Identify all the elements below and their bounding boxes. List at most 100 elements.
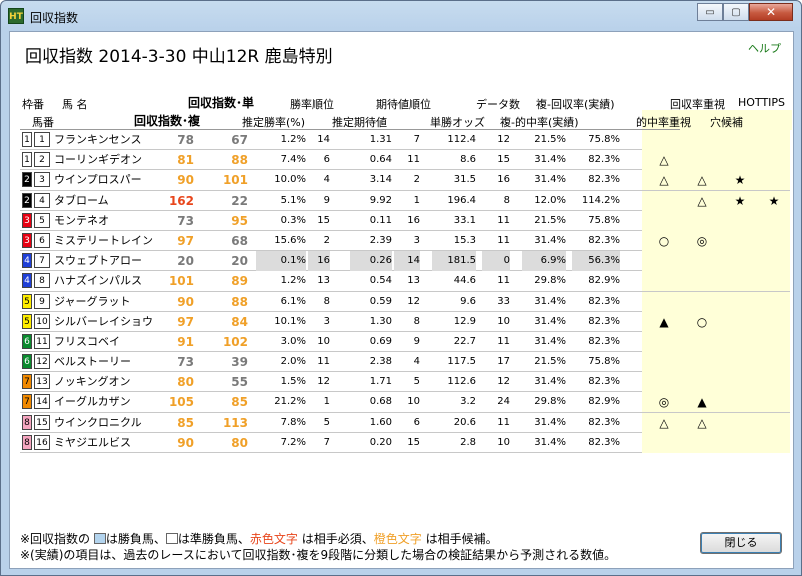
horse-name: ミヤジエルビス bbox=[54, 435, 131, 449]
ana-mark bbox=[732, 211, 748, 231]
fuku-kaishu-value: 82.3% bbox=[588, 154, 620, 166]
waku-badge: 6 bbox=[22, 354, 32, 370]
fuku-tekichu-value: 31.4% bbox=[534, 234, 566, 246]
table-row[interactable]: 4 8 ハナズインパルス 101 89 1.2% 13 0.54 13 44.6 11 29.8% 82… bbox=[20, 271, 790, 292]
table-row[interactable]: 3 6 ミステリートレイン 97 68 15.6% 2 2.39 3 15.3 11 31.4% 82.… bbox=[20, 230, 790, 252]
shoritsu-rank-value: 8 bbox=[323, 295, 330, 307]
kaishu-fuku-value: 85 bbox=[231, 395, 248, 410]
umaban-badge: 13 bbox=[34, 374, 50, 390]
horse-name: ベルストーリー bbox=[54, 355, 131, 369]
kitai-rank-value: 13 bbox=[407, 275, 420, 287]
shoritsu-rank-value: 5 bbox=[323, 416, 330, 428]
kaishu-fuku-value: 67 bbox=[231, 133, 248, 147]
marks-cell: ◎ ▲ bbox=[642, 392, 790, 413]
table-row[interactable]: 2 3 ウインプロスパー 90 101 10.0% 4 3.14 2 31.5 16 31.4% 82.… bbox=[20, 170, 790, 191]
tekichu-mark: ◎ bbox=[658, 395, 670, 410]
fuku-tekichu-value: 21.5% bbox=[534, 356, 566, 368]
kaishu-fuku-value: 88 bbox=[231, 294, 248, 309]
kitai-rank-value: 10 bbox=[407, 396, 420, 408]
header-kaishu-juushi: 回収率重視 bbox=[670, 98, 725, 111]
umaban-badge: 14 bbox=[34, 394, 50, 410]
table-row[interactable]: 5 9 ジャーグラット 90 88 6.1% 8 0.59 12 9.6 33 31.4% 82.3% bbox=[20, 291, 790, 312]
shoritsu-rank-value: 13 bbox=[317, 275, 330, 287]
title-bar[interactable]: HT 回収指数 ▭ ▢ ✕ bbox=[1, 1, 801, 31]
close-window-button[interactable]: ✕ bbox=[749, 3, 793, 21]
maximize-button[interactable]: ▢ bbox=[723, 3, 749, 21]
suitei-kitai-value: 3.14 bbox=[369, 174, 392, 186]
data-count-value: 8 bbox=[503, 194, 510, 206]
note-red: 赤色文字 bbox=[249, 532, 298, 546]
shoritsu-rank-value: 12 bbox=[317, 376, 330, 388]
kaishu-fuku-value: 68 bbox=[231, 233, 248, 248]
hottips-mark: ★ bbox=[768, 193, 780, 208]
close-button[interactable]: 閉じる bbox=[700, 532, 782, 554]
tekichu-mark: ○ bbox=[658, 233, 670, 248]
waku-badge: 1 bbox=[22, 132, 32, 147]
kaishu-fuku-value: 39 bbox=[231, 355, 248, 370]
data-count-value: 11 bbox=[497, 234, 510, 246]
tekichu-mark: △ bbox=[659, 415, 669, 430]
minimize-button[interactable]: ▭ bbox=[697, 3, 723, 21]
table-row[interactable]: 2 4 タブローム 162 22 5.1% 9 9.92 1 196.4 8 12.0% 114.2% △… bbox=[20, 190, 790, 211]
header-data-count: データ数 bbox=[476, 98, 520, 111]
table-row[interactable]: 8 15 ウインクロニクル 85 113 7.8% 5 1.60 6 20.6 11 31.4% 82.… bbox=[20, 412, 790, 433]
shoritsu-rank-value: 10 bbox=[317, 335, 330, 347]
table-row[interactable]: 7 14 イーグルカザン 105 85 21.2% 1 0.68 10 3.2 24 29.8% 82.… bbox=[20, 392, 790, 413]
ana-mark: ★ bbox=[734, 193, 746, 208]
table-row[interactable]: 4 7 スウェプトアロー 20 20 0.1% 16 0.26 14 181.5 0 6.9% 56.3… bbox=[20, 251, 790, 272]
kaishu-fuku-value: 20 bbox=[231, 254, 248, 269]
fuku-tekichu-value: 29.8% bbox=[534, 275, 566, 287]
header-suitei-kitai: 推定期待値 bbox=[332, 116, 387, 129]
suitei-kitai-value: 2.39 bbox=[369, 234, 392, 246]
app-icon: HT bbox=[8, 8, 24, 24]
hottips-mark bbox=[766, 231, 782, 251]
table-row[interactable]: 1 2 コーリンギデオン 81 88 7.4% 6 0.64 11 8.6 15 31.4% 82.3%… bbox=[20, 150, 790, 171]
fuku-kaishu-value: 56.3% bbox=[572, 251, 620, 272]
suitei-kitai-value: 0.69 bbox=[369, 335, 392, 347]
fuku-kaishu-value: 82.9% bbox=[588, 396, 620, 408]
data-count-value: 12 bbox=[497, 134, 510, 145]
hottips-mark bbox=[766, 352, 782, 372]
legend-white-box bbox=[165, 533, 178, 544]
suitei-kitai-value: 0.26 bbox=[350, 251, 392, 272]
fuku-tekichu-value: 31.4% bbox=[534, 376, 566, 388]
ana-mark bbox=[732, 251, 748, 271]
horse-name: フランキンセンス bbox=[54, 133, 142, 146]
tekichu-mark bbox=[656, 352, 672, 372]
kitai-rank-value: 5 bbox=[413, 376, 420, 388]
table-row[interactable]: 5 10 シルバーレイショウ 97 84 10.1% 3 1.30 8 12.9 10 31.4% 82… bbox=[20, 311, 790, 332]
kaishu-fuku-value: 84 bbox=[231, 314, 248, 329]
umaban-badge: 2 bbox=[34, 152, 50, 168]
kaishu-tan-value: 90 bbox=[177, 173, 194, 188]
horse-name: ウインプロスパー bbox=[54, 173, 142, 187]
fuku-tekichu-value: 31.4% bbox=[534, 315, 566, 327]
help-link[interactable]: ヘルプ bbox=[748, 40, 781, 56]
suitei-shoritsu-value: 5.1% bbox=[280, 194, 306, 206]
table-row[interactable]: 6 12 ベルストーリー 73 39 2.0% 11 2.38 4 117.5 17 21.5% 75.… bbox=[20, 352, 790, 373]
waku-badge: 2 bbox=[22, 172, 32, 188]
shoritsu-rank-value: 16 bbox=[308, 251, 330, 272]
table-row[interactable]: 7 13 ノッキングオン 80 55 1.5% 12 1.71 5 112.6 12 31.4% 82.… bbox=[20, 372, 790, 393]
fuku-tekichu-value: 12.0% bbox=[534, 194, 566, 206]
kaishu-fuku-value: 95 bbox=[231, 213, 248, 228]
fuku-tekichu-value: 31.4% bbox=[534, 154, 566, 166]
tansho-odds-value: 12.9 bbox=[453, 315, 476, 327]
hottips-mark bbox=[766, 372, 782, 392]
kaishu-mark: ▲ bbox=[697, 395, 707, 410]
table-row[interactable]: 8 16 ミヤジエルビス 90 80 7.2% 7 0.20 15 2.8 10 31.4% 82.3% bbox=[20, 432, 790, 453]
tekichu-mark bbox=[656, 251, 672, 271]
kaishu-tan-value: 20 bbox=[177, 254, 194, 269]
kitai-rank-value: 9 bbox=[413, 335, 420, 347]
data-count-value: 11 bbox=[497, 214, 510, 226]
horse-name: ジャーグラット bbox=[54, 294, 131, 308]
suitei-kitai-value: 1.31 bbox=[369, 134, 392, 145]
table-row[interactable]: 3 5 モンテネオ 73 95 0.3% 15 0.11 16 33.1 11 21.5% 75.8% bbox=[20, 210, 790, 231]
table-row[interactable]: 6 11 フリスコベイ 91 102 3.0% 10 0.69 9 22.7 11 31.4% 82.3… bbox=[20, 331, 790, 353]
waku-badge: 4 bbox=[22, 273, 32, 289]
hottips-mark bbox=[766, 211, 782, 231]
fuku-kaishu-value: 82.3% bbox=[588, 436, 620, 448]
kaishu-mark bbox=[694, 433, 710, 453]
ana-mark bbox=[732, 150, 748, 170]
ana-mark: ★ bbox=[734, 173, 746, 188]
table-row[interactable]: 1 1 フランキンセンス 78 67 1.2% 14 1.31 7 112.4 12 21.5% 75.… bbox=[20, 130, 790, 151]
